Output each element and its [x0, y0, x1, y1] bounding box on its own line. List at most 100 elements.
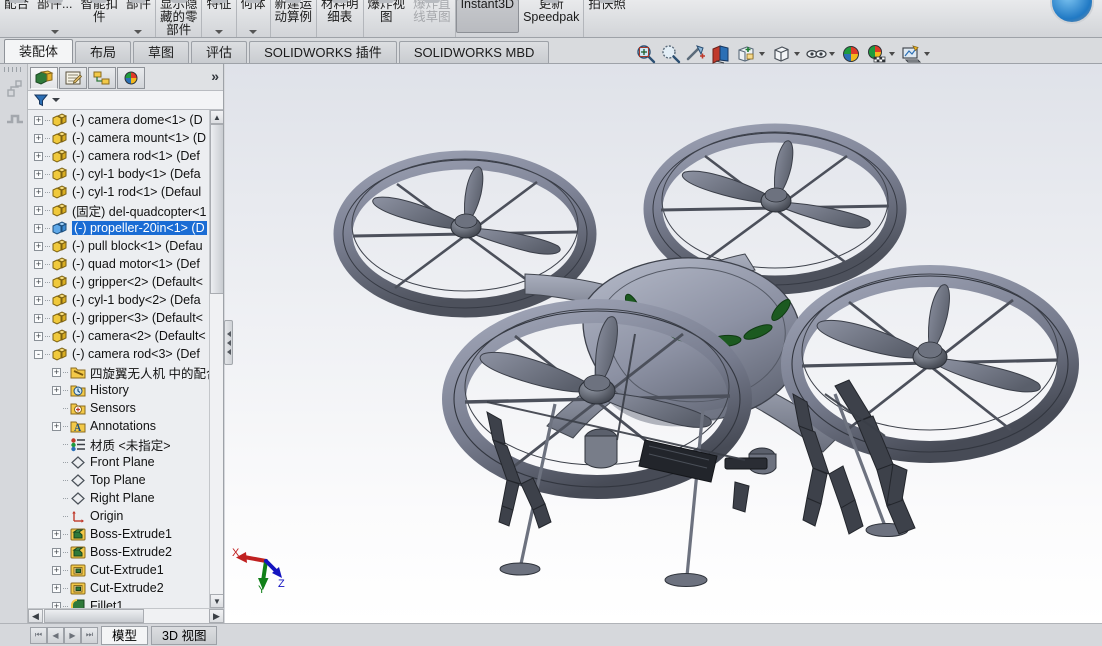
tree-item[interactable]: + (-) camera<2> (Default<	[28, 327, 209, 345]
ribbon-button-9[interactable]: 爆炸视 图	[364, 0, 410, 37]
tree-item[interactable]: + (-) pull block<1> (Defau	[28, 237, 209, 255]
scroll-down-button[interactable]: ▼	[210, 594, 223, 608]
tree-item[interactable]: + (-) quad motor<1> (Def	[28, 255, 209, 273]
solidworks-orb-icon[interactable]	[1050, 0, 1094, 24]
expand-icon[interactable]: +	[34, 259, 43, 269]
ribbon-dropdown-arrow[interactable]	[249, 30, 257, 34]
expand-icon[interactable]: +	[52, 421, 61, 431]
display-style-dropdown-arrow[interactable]	[794, 52, 800, 56]
expand-icon[interactable]: +	[34, 151, 43, 161]
ribbon-button-10[interactable]: 爆炸直 线草图	[409, 0, 456, 37]
expand-icon[interactable]: +	[34, 277, 43, 287]
tree-item[interactable]: + (-) cyl-1 body<1> (Defa	[28, 165, 209, 183]
view-settings-dropdown-arrow[interactable]	[924, 52, 930, 56]
tree-item[interactable]: Origin	[28, 507, 209, 525]
expand-icon[interactable]: +	[52, 529, 61, 539]
ribbon-dropdown-arrow[interactable]	[134, 30, 143, 34]
tree-item[interactable]: + Cut-Extrude1	[28, 561, 209, 579]
ribbon-button-5[interactable]: 特征	[202, 0, 237, 37]
next-record-icon[interactable]: ▶	[64, 626, 81, 644]
tree-item[interactable]: + (-) propeller-20in<1> (D	[28, 219, 209, 237]
commandmanager-tab-3[interactable]: 评估	[191, 41, 248, 63]
tree-item[interactable]: + (-) cyl-1 body<2> (Defa	[28, 291, 209, 309]
configuration-edge-icon[interactable]	[5, 112, 25, 131]
view-orientation-icon[interactable]	[735, 43, 757, 65]
apply-scene-icon[interactable]	[865, 43, 887, 65]
ribbon-button-2[interactable]: 智能扣 件	[76, 0, 122, 37]
view-settings-icon[interactable]	[900, 43, 922, 65]
ribbon-button-8[interactable]: 材料明 细表	[317, 0, 364, 37]
expand-icon[interactable]: +	[52, 385, 61, 395]
expand-icon[interactable]: +	[52, 547, 61, 557]
hide-show-dropdown-arrow[interactable]	[829, 52, 835, 56]
tree-vertical-scrollbar[interactable]: ▲ ▼	[209, 110, 223, 608]
expand-icon[interactable]: +	[34, 115, 43, 125]
expand-icon[interactable]: +	[52, 565, 61, 575]
ribbon-button-11[interactable]: Instant3D	[455, 0, 520, 33]
ribbon-button-12[interactable]: 更新 Speedpak	[519, 0, 585, 37]
tree-item[interactable]: + Boss-Extrude1	[28, 525, 209, 543]
ribbon-button-3[interactable]: 部件	[122, 0, 156, 37]
tree-item[interactable]: + (-) camera rod<1> (Def	[28, 147, 209, 165]
previous-view-icon[interactable]	[685, 43, 707, 65]
display-style-icon[interactable]	[770, 43, 792, 65]
commandmanager-tab-2[interactable]: 草图	[133, 41, 190, 63]
ribbon-button-7[interactable]: 新建运 动算例	[271, 0, 318, 37]
view-orientation-dropdown-arrow[interactable]	[759, 52, 765, 56]
display-manager-tab[interactable]	[117, 67, 145, 89]
drag-handle-dots[interactable]	[4, 67, 24, 72]
tree-item[interactable]: Sensors	[28, 399, 209, 417]
last-record-icon[interactable]: ⏭	[81, 626, 98, 644]
tree-item[interactable]: Right Plane	[28, 489, 209, 507]
apply-scene-dropdown-arrow[interactable]	[889, 52, 895, 56]
hscroll-thumb[interactable]	[44, 609, 144, 623]
ribbon-button-6[interactable]: 何体	[237, 0, 271, 37]
tree-item[interactable]: Front Plane	[28, 453, 209, 471]
tree-item[interactable]: + Boss-Extrude2	[28, 543, 209, 561]
featuremanager-design-tree-tab[interactable]	[30, 67, 58, 89]
tree-item[interactable]: + (固定) del-quadcopter<1	[28, 201, 209, 219]
tree-item[interactable]: + (-) camera dome<1> (D	[28, 111, 209, 129]
configuration-manager-tab[interactable]	[88, 67, 116, 89]
tree-item[interactable]: + (-) cyl-1 rod<1> (Defaul	[28, 183, 209, 201]
expand-icon[interactable]: +	[34, 313, 43, 323]
tree-item[interactable]: + (-) camera mount<1> (D	[28, 129, 209, 147]
commandmanager-tab-5[interactable]: SOLIDWORKS MBD	[398, 41, 550, 63]
zoom-to-fit-icon[interactable]	[635, 43, 657, 65]
ribbon-dropdown-arrow[interactable]	[214, 30, 223, 34]
expand-icon[interactable]: +	[34, 223, 43, 233]
tree-item[interactable]: + (-) gripper<3> (Default<	[28, 309, 209, 327]
tree-item[interactable]: + Cut-Extrude2	[28, 579, 209, 597]
commandmanager-tab-1[interactable]: 布局	[75, 41, 132, 63]
collapse-icon[interactable]: -	[34, 349, 43, 359]
scroll-right-button[interactable]: ▶	[209, 609, 224, 623]
property-manager-tab[interactable]	[59, 67, 87, 89]
panel-splitter-handle[interactable]	[224, 320, 233, 365]
tree-horizontal-scrollbar[interactable]: ◀ ▶	[28, 608, 224, 623]
tree-item[interactable]: 材质 <未指定>	[28, 435, 209, 453]
expand-icon[interactable]: +	[34, 331, 43, 341]
expand-icon[interactable]: +	[34, 205, 43, 215]
ribbon-dropdown-arrow[interactable]	[50, 30, 59, 34]
tree-item[interactable]: + History	[28, 381, 209, 399]
edit-appearance-icon[interactable]	[840, 43, 862, 65]
tree-item[interactable]: + A Annotations	[28, 417, 209, 435]
scroll-left-button[interactable]: ◀	[28, 609, 43, 623]
ribbon-button-4[interactable]: 显示隐 藏的零 部件	[156, 0, 203, 37]
expand-icon[interactable]: +	[34, 133, 43, 143]
scroll-up-button[interactable]: ▲	[210, 110, 223, 124]
ribbon-button-13[interactable]: 拍快照	[584, 0, 630, 37]
graphics-viewport[interactable]: X Y Z	[225, 64, 1102, 623]
tree-item[interactable]: + Fillet1	[28, 597, 209, 608]
ribbon-button-1[interactable]: 部件...	[33, 0, 76, 37]
expand-icon[interactable]: +	[34, 295, 43, 305]
scroll-thumb[interactable]	[210, 124, 223, 294]
expand-icon[interactable]: +	[52, 367, 61, 377]
filter-dropdown-arrow[interactable]	[52, 98, 60, 102]
tree-item[interactable]: + (-) gripper<2> (Default<	[28, 273, 209, 291]
bottom-tab-0[interactable]: 模型	[101, 625, 149, 645]
ribbon-button-0[interactable]: 配合	[0, 0, 33, 37]
bottom-tab-1[interactable]: 3D 视图	[151, 625, 218, 645]
expand-icon[interactable]: +	[34, 187, 43, 197]
expand-icon[interactable]: +	[34, 169, 43, 179]
